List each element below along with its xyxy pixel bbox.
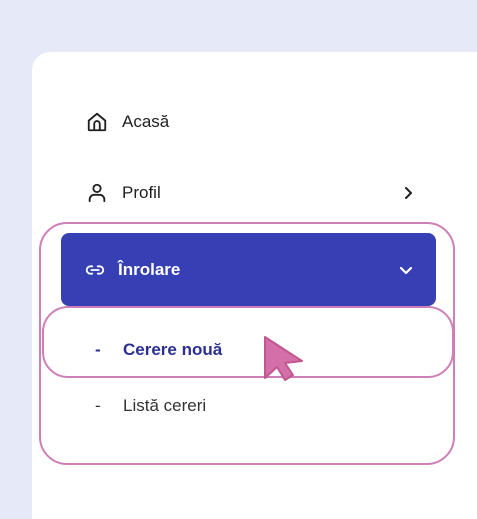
sidebar-item-profile[interactable]: Profil — [86, 182, 416, 204]
sidebar-item-home-label: Acasă — [122, 112, 170, 131]
submenu-item-label: Listă cereri — [123, 396, 207, 415]
home-icon — [86, 111, 108, 133]
submenu-item-new-request[interactable]: - Cerere nouă — [95, 340, 222, 360]
sidebar-item-profile-label: Profil — [122, 183, 161, 202]
submenu-bullet: - — [95, 340, 101, 359]
submenu-item-label: Cerere nouă — [123, 340, 223, 359]
link-icon — [84, 259, 106, 281]
chevron-right-icon — [400, 185, 416, 201]
user-icon — [86, 182, 108, 204]
sidebar-item-enrollment-label: Înrolare — [118, 259, 181, 279]
submenu-item-request-list[interactable]: - Listă cereri — [95, 396, 206, 416]
sidebar-item-home[interactable]: Acasă — [86, 111, 169, 133]
chevron-down-icon — [398, 262, 414, 278]
submenu-bullet: - — [95, 396, 101, 415]
sidebar-item-enrollment[interactable]: Înrolare — [61, 233, 436, 306]
